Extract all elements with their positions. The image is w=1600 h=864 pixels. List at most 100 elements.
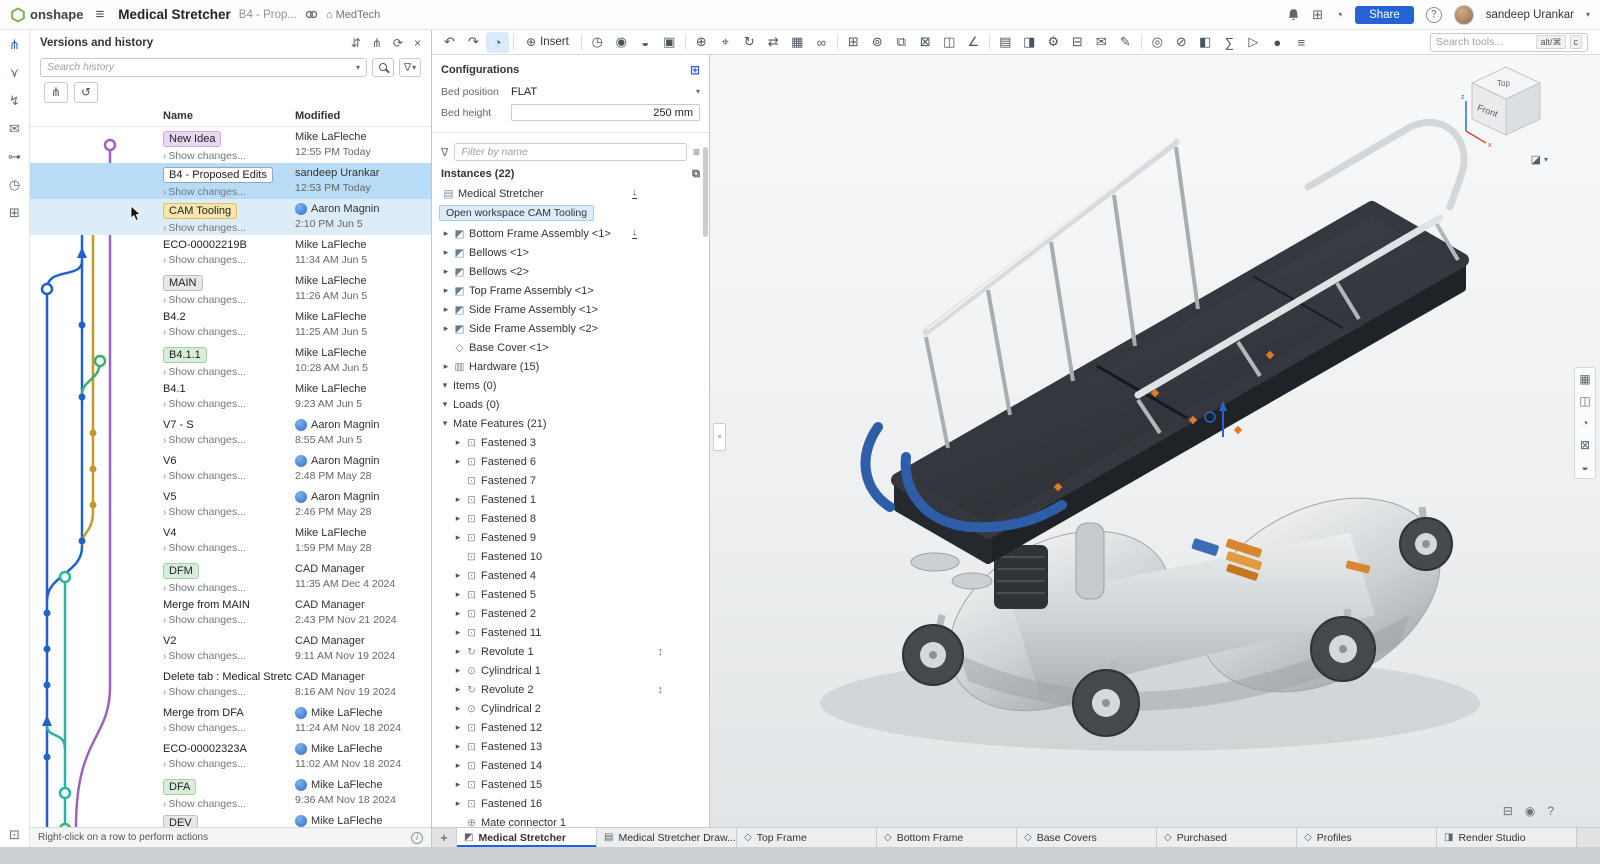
tool-settings-icon[interactable]: ≡ (1290, 32, 1313, 53)
expand-chevron-icon[interactable]: ▸ (452, 570, 464, 581)
explode-icon[interactable]: ⊠ (914, 32, 937, 53)
search-history-input[interactable]: Search history ▾ (40, 58, 367, 77)
tree-filter-icon[interactable]: ∇ (441, 146, 448, 159)
mate-relations-icon[interactable]: ∞ (810, 32, 833, 53)
mate-feature-row[interactable]: ▸ ⊡ Fastened 1 (432, 490, 709, 509)
replicate-icon[interactable]: ⧉ (890, 32, 913, 53)
configuration-table-icon[interactable]: ⊞ (690, 63, 700, 77)
organization-label[interactable]: ⌂ MedTech (326, 9, 380, 21)
document-version-label[interactable]: B4 - Prop... (239, 9, 297, 21)
open-workspace-tooltip[interactable]: Open workspace CAM Tooling (439, 205, 594, 221)
mate-feature-row[interactable]: ▸ ⊡ Fastened 10 (432, 547, 709, 566)
show-changes-link[interactable]: ›Show changes... (163, 398, 295, 410)
mate-icon[interactable]: ⊕ (690, 32, 713, 53)
section-tool-icon[interactable]: ◫ (1579, 395, 1590, 407)
mate-feature-row[interactable]: ▸ ⊡ Fastened 11 (432, 623, 709, 642)
drawing-icon[interactable]: ✎ (1114, 32, 1137, 53)
show-changes-link[interactable]: ›Show changes... (163, 434, 295, 446)
version-row[interactable]: ECO-00002323A ›Show changes... Mike LaFl… (30, 739, 431, 775)
collapse-chevron-icon[interactable]: ▾ (439, 418, 451, 429)
mate-feature-row[interactable]: ▸ ⊙ Cylindrical 1 (432, 661, 709, 680)
restore-icon[interactable]: ⟳ (393, 36, 403, 50)
user-avatar[interactable] (1454, 5, 1474, 25)
root-assembly-row[interactable]: ▤ Medical Stretcher ↓ (432, 184, 709, 203)
item[interactable] (989, 34, 990, 50)
update-available-icon[interactable]: ↓ (632, 189, 637, 199)
expand-chevron-icon[interactable]: ▸ (452, 798, 464, 809)
search-tools-input[interactable]: Search tools... alt/⌘ c (1430, 33, 1588, 52)
version-row[interactable]: DEV ›Show changes... Mike LaFleche (30, 811, 431, 827)
screenshot-icon[interactable]: ◉ (1525, 804, 1535, 818)
show-branches-button[interactable]: ⋔ (44, 82, 68, 103)
mate-feature-row[interactable]: ▸ ⊡ Fastened 5 (432, 585, 709, 604)
compare-versions-icon[interactable]: ⇵ (351, 36, 361, 50)
bed-position-select[interactable]: FLAT ▾ (511, 86, 700, 98)
mate-feature-row[interactable]: ▸ ⊡ Fastened 6 (432, 452, 709, 471)
tab-purchased[interactable]: ◇ Purchased (1157, 828, 1297, 847)
expand-chevron-icon[interactable]: ▸ (440, 361, 452, 372)
version-row[interactable]: Merge from DFA ›Show changes... Mike LaF… (30, 703, 431, 739)
mate-feature-row[interactable]: ▸ ⊡ Fastened 16 (432, 794, 709, 813)
expand-chevron-icon[interactable]: ▸ (452, 627, 464, 638)
expand-chevron-icon[interactable]: ▸ (452, 456, 464, 467)
update-available-icon[interactable]: ↓ (632, 229, 637, 239)
mate-feature-row[interactable]: ▸ ⊡ Fastened 3 (432, 433, 709, 452)
instance-row[interactable]: ▸ ▥ Hardware (15) (432, 357, 709, 376)
fastened-mate-icon[interactable]: ⌖ (714, 32, 737, 53)
version-row[interactable]: B4.1.1 ›Show changes... Mike LaFleche 10… (30, 343, 431, 379)
loads-section-row[interactable]: ▾ Loads (0) (432, 395, 709, 414)
graphics-viewport[interactable]: Top Front z x ◪▾ ▦◫◔⊠◒ ⊟◉? (710, 55, 1600, 827)
animate-icon[interactable]: ▷ (1242, 32, 1265, 53)
show-changes-link[interactable]: ›Show changes... (163, 686, 295, 698)
insert-button[interactable]: ⊕ Insert (518, 32, 577, 53)
version-row[interactable]: DFA ›Show changes... Mike LaFleche 9:36 … (30, 775, 431, 811)
animate-mate-icon[interactable]: ↕ (658, 646, 664, 658)
help-icon[interactable]: ? (1426, 7, 1442, 23)
show-changes-link[interactable]: ›Show changes... (163, 186, 295, 198)
show-changes-link[interactable]: ›Show changes... (163, 254, 295, 266)
expand-chevron-icon[interactable]: ▸ (452, 722, 464, 733)
bom-icon[interactable]: ▤ (994, 32, 1017, 53)
print-icon[interactable]: ⊟ (1503, 804, 1513, 818)
version-row[interactable]: V2 ›Show changes... CAD Manager 9:11 AM … (30, 631, 431, 667)
tab-medical-stretcher-drawing[interactable]: ▤ Medical Stretcher Draw... (597, 828, 737, 847)
mate-feature-row[interactable]: ▸ ⊡ Fastened 2 (432, 604, 709, 623)
item[interactable] (837, 34, 838, 50)
collapse-chevron-icon[interactable]: ▾ (439, 380, 451, 391)
tab-base-covers[interactable]: ◇ Base Covers (1017, 828, 1157, 847)
appearances-icon[interactable]: ◒ (634, 32, 657, 53)
show-changes-link[interactable]: ›Show changes... (163, 366, 295, 378)
column-name[interactable]: Name (163, 110, 295, 122)
expand-chevron-icon[interactable]: ▸ (452, 532, 464, 543)
mate-feature-row[interactable]: ▸ ↻ Revolute 1 ↕ (432, 642, 709, 661)
group-icon[interactable]: ▦ (786, 32, 809, 53)
mass-properties-icon[interactable]: ∑ (1218, 32, 1241, 53)
view-modes-icon[interactable]: ▦ (1579, 373, 1590, 385)
add-tab-button[interactable]: + (432, 828, 457, 847)
expand-chevron-icon[interactable]: ▸ (452, 608, 464, 619)
expand-chevron-icon[interactable]: ▸ (452, 665, 464, 676)
show-changes-link[interactable]: ›Show changes... (163, 758, 295, 770)
hidden-parts-icon[interactable]: ◔ (1581, 417, 1588, 429)
expand-chevron-icon[interactable]: ▸ (452, 779, 464, 790)
link-icon[interactable] (305, 8, 318, 21)
version-row[interactable]: Delete tab : Medical Stretc... ›Show cha… (30, 667, 431, 703)
named-positions-icon[interactable]: ◷ (586, 32, 609, 53)
app-grid-icon[interactable]: ⊞ (1312, 7, 1323, 23)
mate-feature-row[interactable]: ▸ ⊡ Fastened 14 (432, 756, 709, 775)
tree-view-options-icon[interactable]: ≡ (693, 145, 700, 159)
learning-center-icon[interactable]: ◔ (1335, 7, 1343, 22)
circular-pattern-icon[interactable]: ⊚ (866, 32, 889, 53)
help-walkthrough-icon[interactable]: ? (1547, 804, 1554, 818)
hide-icon[interactable]: ⊘ (1170, 32, 1193, 53)
show-changes-link[interactable]: ›Show changes... (163, 150, 295, 162)
expand-chevron-icon[interactable]: ▸ (452, 703, 464, 714)
show-changes-link[interactable]: ›Show changes... (163, 470, 295, 482)
show-changes-link[interactable]: ›Show changes... (163, 798, 295, 810)
version-row[interactable]: V7 - S ›Show changes... Aaron Magnin 8:5… (30, 415, 431, 451)
tab-profiles[interactable]: ◇ Profiles (1297, 828, 1437, 847)
version-row[interactable]: B4.1 ›Show changes... Mike LaFleche 9:23… (30, 379, 431, 415)
sheet-icon[interactable]: ⊟ (1066, 32, 1089, 53)
appearance-tool-icon[interactable]: ◒ (1581, 461, 1588, 473)
undo-button[interactable]: ↶ (438, 32, 461, 53)
